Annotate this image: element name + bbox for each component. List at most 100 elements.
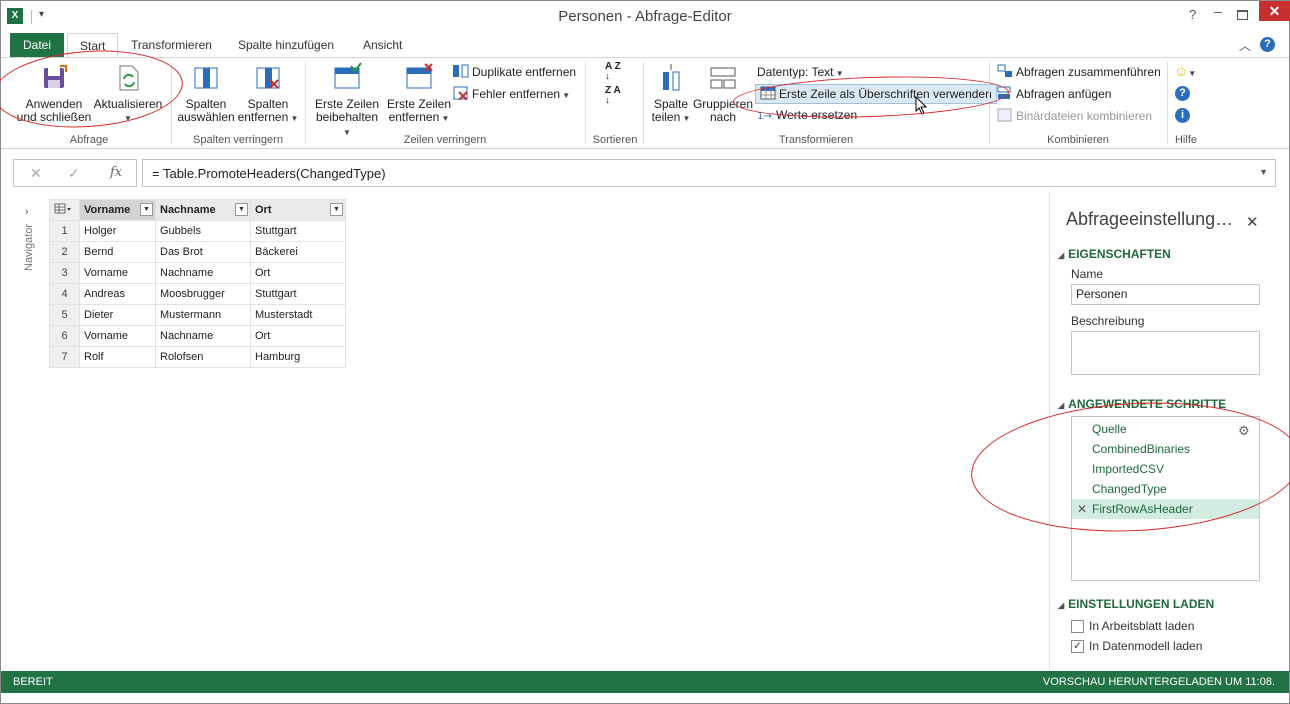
chevron-down-icon[interactable]: ▼ <box>330 203 343 216</box>
chevron-down-icon[interactable]: ▼ <box>1259 167 1268 177</box>
chevron-down-icon[interactable]: ▼ <box>235 203 248 216</box>
group-by-icon <box>707 62 739 94</box>
datatype-dropdown[interactable]: Datentyp: Text ▼ <box>757 63 844 81</box>
table-cell[interactable]: Hamburg <box>250 346 346 368</box>
formula-cancel-button[interactable]: ✕ <box>30 165 42 182</box>
table-cell[interactable]: Bernd <box>79 241 156 263</box>
minimize-button[interactable]: – <box>1214 3 1222 19</box>
table-cell[interactable]: Mustermann <box>155 304 251 326</box>
split-column-button[interactable]: Spalte teilen ▼ <box>647 62 695 125</box>
merge-queries-button[interactable]: Abfragen zusammenführen <box>997 63 1161 81</box>
tab-view[interactable]: Ansicht <box>351 33 414 57</box>
tab-start[interactable]: Start <box>67 33 119 58</box>
navigator-toggle[interactable]: Navigator <box>23 224 35 271</box>
table-cell[interactable]: Bäckerei <box>250 241 346 263</box>
row-number: 7 <box>49 346 80 368</box>
table-row[interactable]: 2 Bernd Das Brot Bäckerei <box>49 241 346 263</box>
formula-input[interactable]: = Table.PromoteHeaders(ChangedType) ▼ <box>142 159 1276 187</box>
table-cell[interactable]: Holger <box>79 220 156 242</box>
table-row[interactable]: 3 Vorname Nachname Ort <box>49 262 346 284</box>
group-label-kombinieren: Kombinieren <box>1047 134 1109 146</box>
columns-icon <box>190 62 222 94</box>
append-queries-button[interactable]: Abfragen anfügen <box>997 85 1111 103</box>
applied-steps-header[interactable]: ◢ ANGEWENDETE SCHRITTE <box>1058 397 1226 411</box>
table-cell[interactable]: Moosbrugger <box>155 283 251 305</box>
help-icon[interactable]: ? <box>1260 37 1275 52</box>
fx-icon[interactable]: fx <box>110 165 122 180</box>
table-row[interactable]: 6 Vorname Nachname Ort <box>49 325 346 347</box>
group-kombinieren: Abfragen zusammenführen Abfragen anfügen… <box>993 58 1163 149</box>
table-cell[interactable]: Vorname <box>79 325 156 347</box>
gear-icon[interactable]: ⚙ <box>1238 421 1250 441</box>
column-header-nachname[interactable]: Nachname ▼ <box>155 199 251 221</box>
list-item-step-changedtype[interactable]: ChangedType <box>1072 479 1259 499</box>
table-cell[interactable]: Musterstadt <box>250 304 346 326</box>
column-header-ort[interactable]: Ort ▼ <box>250 199 346 221</box>
close-button[interactable]: ✕ <box>1259 1 1290 21</box>
list-item-step-firstrowasheader[interactable]: ✕ FirstRowAsHeader <box>1072 499 1259 519</box>
table-row[interactable]: 5 Dieter Mustermann Musterstadt <box>49 304 346 326</box>
table-cell[interactable]: Ort <box>250 325 346 347</box>
table-cell[interactable]: Vorname <box>79 262 156 284</box>
table-cell[interactable]: Stuttgart <box>250 220 346 242</box>
table-corner-icon[interactable] <box>49 199 80 221</box>
chevron-up-icon[interactable]: ︿ <box>1239 37 1251 54</box>
smiley-icon[interactable]: ☺▼ <box>1174 63 1196 79</box>
sort-descending-button[interactable]: Z A ↓ <box>605 86 627 106</box>
tab-transform[interactable]: Transformieren <box>119 33 224 57</box>
load-to-sheet-checkbox[interactable] <box>1071 620 1084 633</box>
group-by-button[interactable]: Gruppieren nach <box>691 62 755 124</box>
append-icon <box>997 86 1013 100</box>
first-row-as-header-button[interactable]: Erste Zeile als Überschriften verwenden <box>755 84 997 104</box>
apply-close-button[interactable]: Anwenden und schließen <box>11 62 97 124</box>
delete-step-icon[interactable]: ✕ <box>1077 499 1087 519</box>
table-cell[interactable]: Das Brot <box>155 241 251 263</box>
remove-columns-button[interactable]: Spalten entfernen ▼ <box>235 62 301 125</box>
table-cell[interactable]: Nachname <box>155 262 251 284</box>
table-cell[interactable]: Dieter <box>79 304 156 326</box>
name-field[interactable]: Personen <box>1071 284 1260 305</box>
help-icon[interactable]: ? <box>1175 86 1190 101</box>
table-cell[interactable]: Rolofsen <box>155 346 251 368</box>
table-row[interactable]: 7 Rolf Rolofsen Hamburg <box>49 346 346 368</box>
table-row[interactable]: 1 Holger Gubbels Stuttgart <box>49 220 346 242</box>
description-field[interactable] <box>1071 331 1260 375</box>
tab-file[interactable]: Datei <box>10 33 65 57</box>
remove-errors-button[interactable]: Fehler entfernen ▼ <box>453 85 570 103</box>
maximize-button[interactable] <box>1237 10 1248 20</box>
table-cell[interactable]: Stuttgart <box>250 283 346 305</box>
table-cell[interactable]: Nachname <box>155 325 251 347</box>
tab-add-column[interactable]: Spalte hinzufügen <box>226 33 346 57</box>
list-item-step-importedcsv[interactable]: ImportedCSV <box>1072 459 1259 479</box>
refresh-button[interactable]: Aktualisieren ▼ <box>93 62 163 125</box>
column-header-label: Ort <box>255 204 272 216</box>
select-columns-line2: auswählen <box>177 110 235 124</box>
list-item-step-quelle[interactable]: Quelle ⚙ <box>1072 419 1259 439</box>
info-icon[interactable]: i <box>1175 108 1190 123</box>
column-header-vorname[interactable]: Vorname ▼ <box>79 199 156 221</box>
list-item-step-combinedbinaries[interactable]: CombinedBinaries <box>1072 439 1259 459</box>
replace-values-button[interactable]: 1→2Werte ersetzen <box>757 106 857 124</box>
keep-top-rows-button[interactable]: Erste Zeilen beibehalten ▼ <box>311 62 383 139</box>
table-row[interactable]: 4 Andreas Moosbrugger Stuttgart <box>49 283 346 305</box>
select-columns-button[interactable]: Spalten auswählen <box>175 62 237 124</box>
table-cell[interactable]: Andreas <box>79 283 156 305</box>
chevron-right-icon[interactable]: › <box>25 206 29 218</box>
remove-duplicates-button[interactable]: Duplikate entfernen <box>453 63 576 81</box>
load-to-model-checkbox[interactable]: ✓ <box>1071 640 1084 653</box>
window-help-button[interactable]: ? <box>1189 7 1196 22</box>
properties-header[interactable]: ◢ EIGENSCHAFTEN <box>1058 247 1171 261</box>
remove-top-rows-button[interactable]: Erste Zeilen entfernen ▼ <box>383 62 455 125</box>
table-cell[interactable]: Gubbels <box>155 220 251 242</box>
status-text-right: VORSCHAU HERUNTERGELADEN UM 11:08. <box>1042 676 1275 688</box>
sort-ascending-button[interactable]: A Z ↓ <box>605 62 627 82</box>
close-icon[interactable]: ✕ <box>1246 213 1259 231</box>
table-cell[interactable]: Rolf <box>79 346 156 368</box>
formula-confirm-button[interactable]: ✓ <box>68 165 80 182</box>
apply-line2: und schließen <box>16 110 92 124</box>
load-settings-header[interactable]: ◢ EINSTELLUNGEN LADEN <box>1058 597 1214 611</box>
first-row-as-header-label: Erste Zeile als Überschriften verwenden <box>779 87 992 101</box>
table-cell[interactable]: Ort <box>250 262 346 284</box>
combine-binaries-button[interactable]: Binärdateien kombinieren <box>997 107 1152 125</box>
chevron-down-icon[interactable]: ▼ <box>140 203 153 216</box>
